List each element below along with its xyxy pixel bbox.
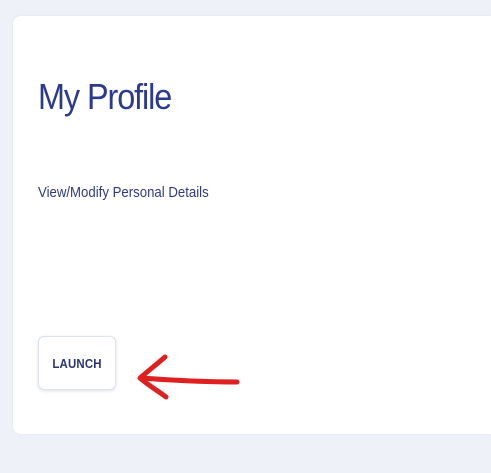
card-description: View/Modify Personal Details [38, 184, 209, 201]
card-title: My Profile [38, 76, 172, 117]
launch-button-label: LAUNCH [52, 355, 102, 371]
profile-card: My Profile View/Modify Personal Details … [13, 16, 491, 434]
launch-button[interactable]: LAUNCH [38, 336, 116, 390]
red-arrow-icon [137, 354, 240, 400]
page: My Profile View/Modify Personal Details … [0, 0, 491, 473]
